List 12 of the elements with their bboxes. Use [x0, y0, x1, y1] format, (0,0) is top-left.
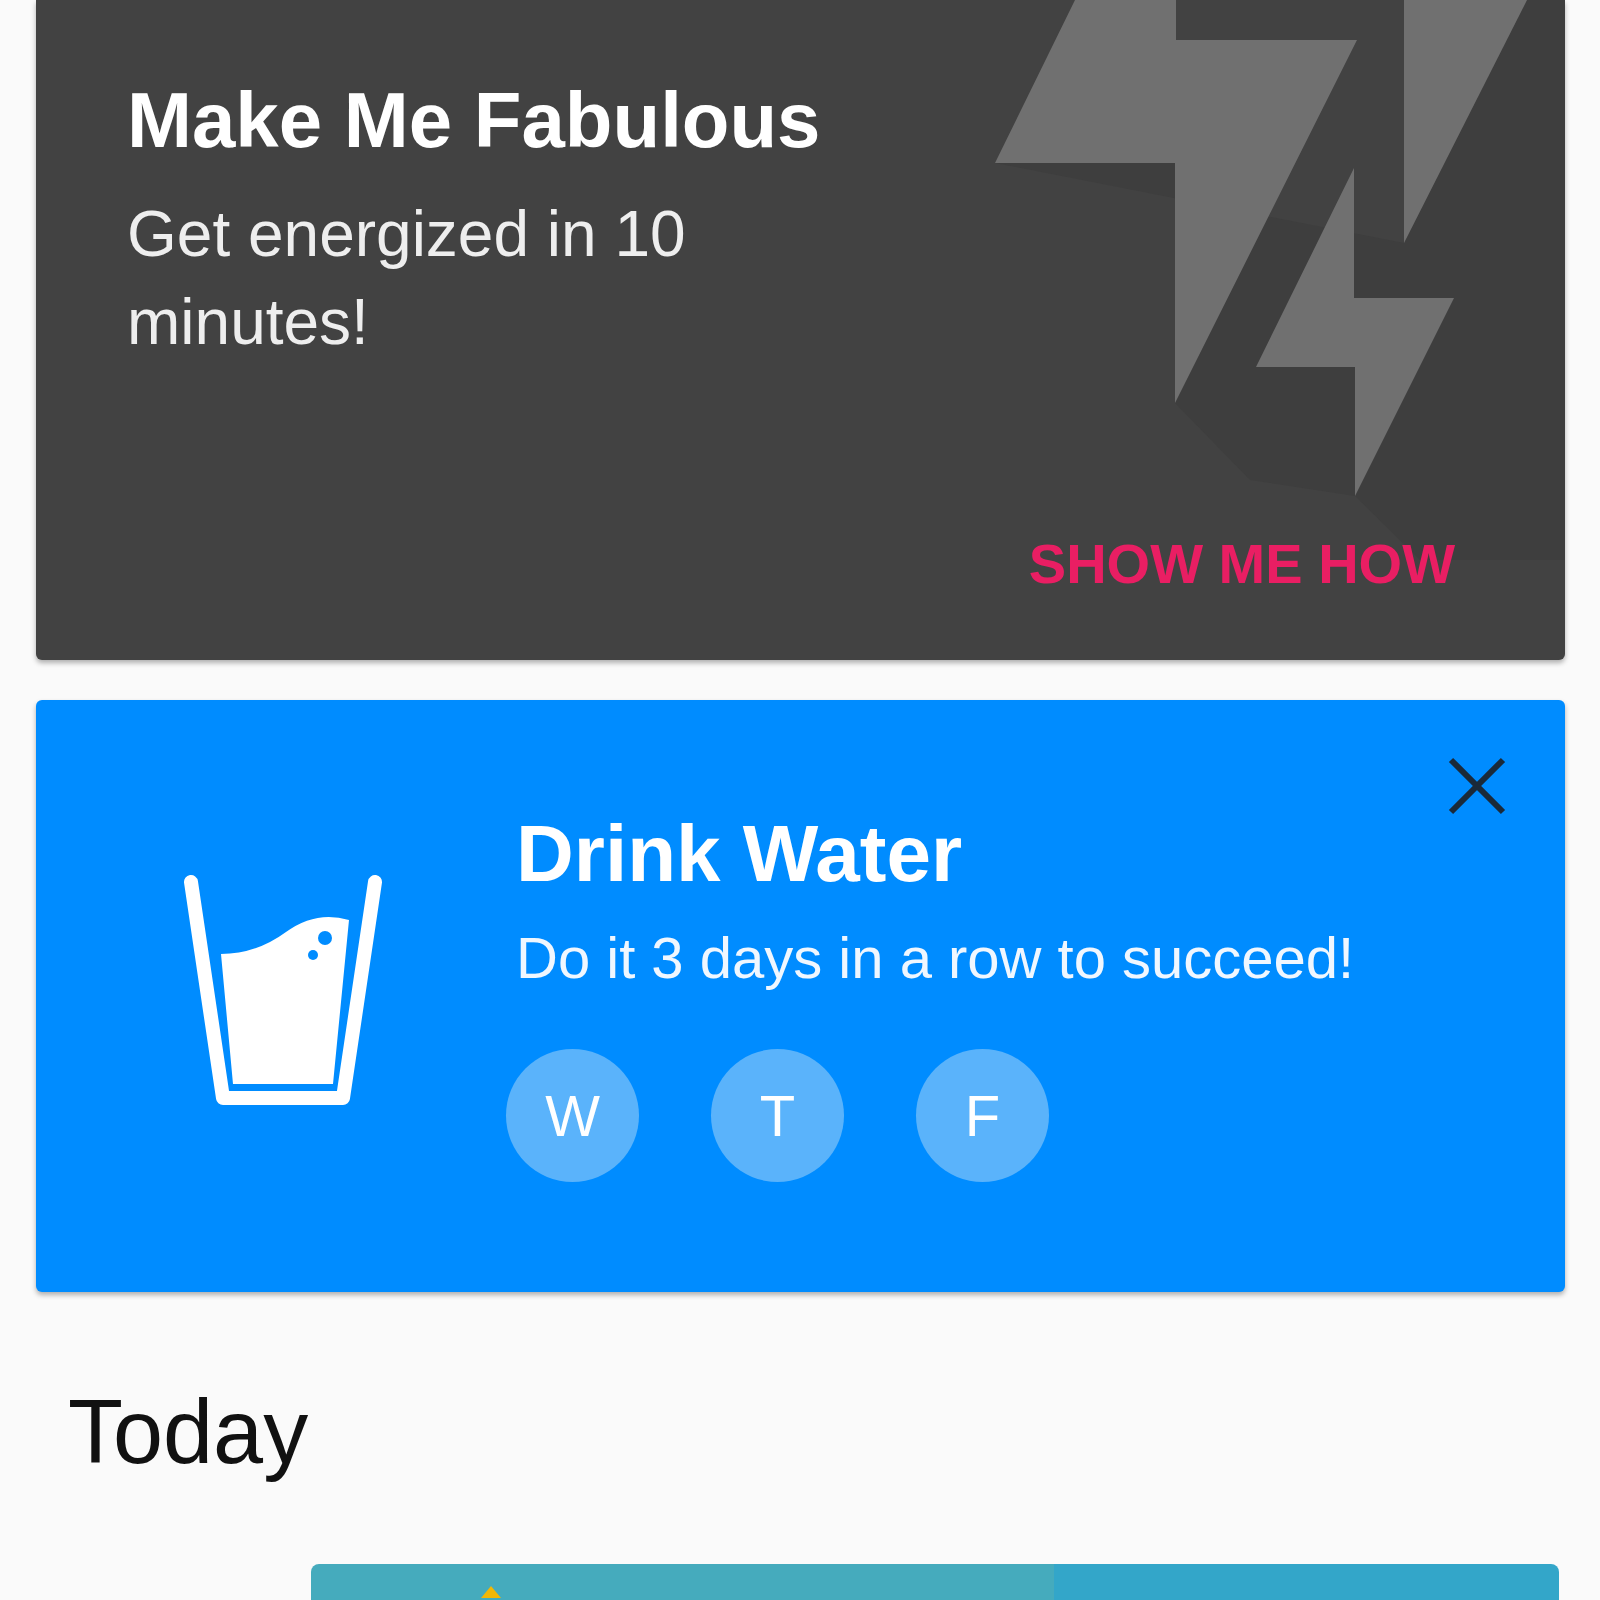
triangle-icon: [481, 1586, 501, 1598]
glass-of-water-icon: [181, 872, 385, 1108]
habit-subtitle: Do it 3 days in a row to succeed!: [516, 924, 1355, 991]
card-subtitle: Get energized in 10 minutes!: [127, 196, 687, 360]
section-heading: Today: [68, 1381, 309, 1484]
day-circle: T: [711, 1049, 844, 1182]
show-me-how-button[interactable]: SHOW ME HOW: [1028, 531, 1455, 596]
day-circle: W: [506, 1049, 639, 1182]
habit-title: Drink Water: [516, 808, 962, 900]
card-title: Make Me Fabulous: [127, 75, 821, 166]
close-icon[interactable]: [1447, 756, 1507, 816]
day-circle: F: [916, 1049, 1049, 1182]
